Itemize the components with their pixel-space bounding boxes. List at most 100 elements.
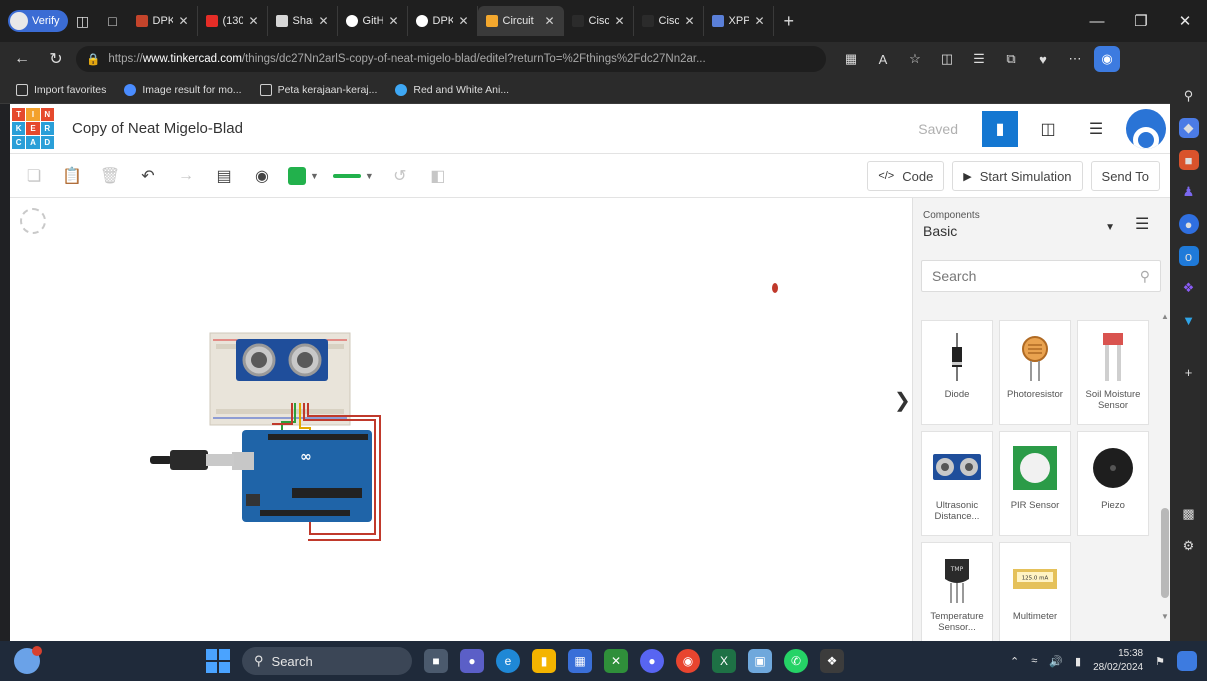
circuit-view-button[interactable]: ▮ xyxy=(982,111,1018,147)
code-button[interactable]: </> Code xyxy=(867,161,945,191)
copy-icon[interactable]: ❏ xyxy=(22,164,46,188)
toolbox-icon[interactable]: ■ xyxy=(1178,150,1199,170)
ultrasonic-sensor-component[interactable] xyxy=(236,339,328,381)
screenshot-icon[interactable]: ▩ xyxy=(1179,504,1199,524)
copilot-icon[interactable]: ◉ xyxy=(1094,46,1120,72)
notification-bell-icon[interactable]: ⚑ xyxy=(1155,655,1165,668)
component-piezo[interactable]: Piezo xyxy=(1077,431,1149,536)
more-icon[interactable]: ⋯ xyxy=(1062,46,1088,72)
browser-tab-active[interactable]: Circuit ✕ xyxy=(477,6,564,36)
components-dropdown[interactable]: Components Basic ▼ xyxy=(923,210,1119,250)
outlook-icon[interactable]: o xyxy=(1178,246,1199,266)
delete-icon[interactable]: 🗑 xyxy=(98,164,122,188)
component-soil-moisture-sensor[interactable]: Soil Moisture Sensor xyxy=(1077,320,1149,425)
send-to-button[interactable]: Send To xyxy=(1090,161,1160,191)
color-dropdown-icon[interactable]: ▼ xyxy=(310,171,319,181)
wifi-icon[interactable]: ≈ xyxy=(1031,655,1037,667)
teams-icon[interactable]: ● xyxy=(460,649,484,673)
browser-tab[interactable]: XPPLC ✕ xyxy=(704,6,774,36)
browser-tab[interactable]: GitHul ✕ xyxy=(338,6,408,36)
search-icon[interactable]: ⚲ xyxy=(1179,86,1199,106)
browser-tab[interactable]: DPK_T ✕ xyxy=(408,6,478,36)
close-tab-icon[interactable]: ✕ xyxy=(388,14,398,28)
paint-icon[interactable]: ❖ xyxy=(820,649,844,673)
schematic-view-button[interactable]: ◫ xyxy=(1030,111,1066,147)
favorite-item[interactable]: Peta kerajaan-keraj... xyxy=(259,83,377,96)
weather-widget-icon[interactable] xyxy=(14,646,42,674)
favorites-icon[interactable]: ☰ xyxy=(966,46,992,72)
edge-icon[interactable]: e xyxy=(496,649,520,673)
favorite-item[interactable]: Image result for mo... xyxy=(124,83,242,96)
close-tab-icon[interactable]: ✕ xyxy=(458,14,468,28)
component-photoresistor[interactable]: Photoresistor xyxy=(999,320,1071,425)
store-icon[interactable]: ▦ xyxy=(568,649,592,673)
split-screen-icon[interactable]: ◫ xyxy=(934,46,960,72)
favorite-star-icon[interactable]: ☆ xyxy=(902,46,928,72)
whatsapp-icon[interactable]: ✆ xyxy=(784,649,808,673)
component-search-input[interactable] xyxy=(932,268,1122,284)
user-avatar[interactable] xyxy=(1126,109,1166,149)
discord-icon[interactable]: ● xyxy=(640,649,664,673)
component-temperature-sensor[interactable]: TMP Temperature Sensor... xyxy=(921,542,993,647)
component-diode[interactable]: Diode xyxy=(921,320,993,425)
component-multimeter[interactable]: 125.0 mA Multimeter xyxy=(999,542,1071,647)
flip-icon[interactable]: ◧ xyxy=(426,164,450,188)
back-icon[interactable]: ← xyxy=(8,45,36,73)
wire-dropdown-icon[interactable]: ▼ xyxy=(365,171,374,181)
wire-style-swatch[interactable] xyxy=(332,173,361,178)
paste-icon[interactable]: 📋 xyxy=(60,164,84,188)
collapse-panel-icon[interactable]: ❯ xyxy=(894,388,911,413)
close-tab-icon[interactable]: ✕ xyxy=(684,14,694,28)
scroll-down-icon[interactable]: ▼ xyxy=(1161,612,1169,621)
close-tab-icon[interactable]: ✕ xyxy=(178,14,188,28)
close-tab-icon[interactable]: ✕ xyxy=(614,14,624,28)
volume-icon[interactable]: 🔊 xyxy=(1049,655,1063,668)
favorite-item[interactable]: Red and White Ani... xyxy=(395,83,509,96)
tag-icon[interactable]: ◆ xyxy=(1178,118,1199,138)
led-component[interactable] xyxy=(772,283,778,293)
clock[interactable]: 15:38 28/02/2024 xyxy=(1093,647,1143,675)
arduino-uno-component[interactable]: ∞ xyxy=(232,430,372,522)
browser-tab[interactable]: Cisco ✕ xyxy=(564,6,634,36)
start-simulation-button[interactable]: ▶ Start Simulation xyxy=(952,161,1083,191)
browser-tab[interactable]: DPK-P ✕ xyxy=(128,6,198,36)
close-tab-icon[interactable]: ✕ xyxy=(754,14,764,28)
settings-icon[interactable]: ⚙ xyxy=(1179,536,1199,556)
copilot-taskbar-icon[interactable] xyxy=(1177,651,1197,671)
browser-tab[interactable]: (130) [ ✕ xyxy=(198,6,268,36)
tab-actions-icon[interactable]: □ xyxy=(98,8,128,34)
design-title[interactable]: Copy of Neat Migelo-Blad xyxy=(72,120,243,137)
usb-cable[interactable] xyxy=(150,450,234,470)
read-aloud-icon[interactable]: A xyxy=(870,46,896,72)
favorite-import[interactable]: Import favorites xyxy=(16,83,106,96)
browser-tab[interactable]: Share ✕ xyxy=(268,6,338,36)
drop-icon[interactable]: ❖ xyxy=(1179,278,1199,298)
taskbar-search[interactable]: ⚲ Search xyxy=(242,647,412,675)
refresh-icon[interactable]: ↻ xyxy=(42,45,70,73)
games-icon[interactable]: ♟ xyxy=(1179,182,1199,202)
start-button[interactable] xyxy=(206,649,230,673)
close-window-icon[interactable]: ✕ xyxy=(1163,0,1207,42)
color-swatch[interactable] xyxy=(288,166,306,185)
component-pir-sensor[interactable]: PIR Sensor xyxy=(999,431,1071,536)
excel-icon[interactable]: X xyxy=(712,649,736,673)
notes-icon[interactable]: ▤ xyxy=(212,164,236,188)
chevron-up-icon[interactable]: ⌃ xyxy=(1010,655,1019,668)
heart-icon[interactable]: ♥ xyxy=(1030,46,1056,72)
xbox-icon[interactable]: ✕ xyxy=(604,649,628,673)
redo-icon[interactable]: → xyxy=(174,164,198,188)
collections-icon[interactable]: ⧉ xyxy=(998,46,1024,72)
photos-icon[interactable]: ▣ xyxy=(748,649,772,673)
restore-icon[interactable]: ❐ xyxy=(1119,0,1163,42)
panel-scrollbar[interactable]: ▲ ▼ xyxy=(1161,312,1169,622)
scroll-up-icon[interactable]: ▲ xyxy=(1161,312,1169,321)
annotation-icon[interactable]: ◉ xyxy=(250,164,274,188)
workspaces-icon[interactable]: ◫ xyxy=(68,8,98,34)
edge-circle-icon[interactable]: ● xyxy=(1178,214,1199,234)
close-tab-icon[interactable]: ✕ xyxy=(248,14,258,28)
component-list-button[interactable]: ☰ xyxy=(1078,111,1114,147)
tinkercad-logo[interactable]: T I N K E R C A D xyxy=(12,107,54,150)
new-tab-button[interactable]: + xyxy=(774,11,805,32)
circuit-canvas[interactable]: ∞ ❯ xyxy=(10,198,912,641)
app-available-icon[interactable]: ▦ xyxy=(838,46,864,72)
